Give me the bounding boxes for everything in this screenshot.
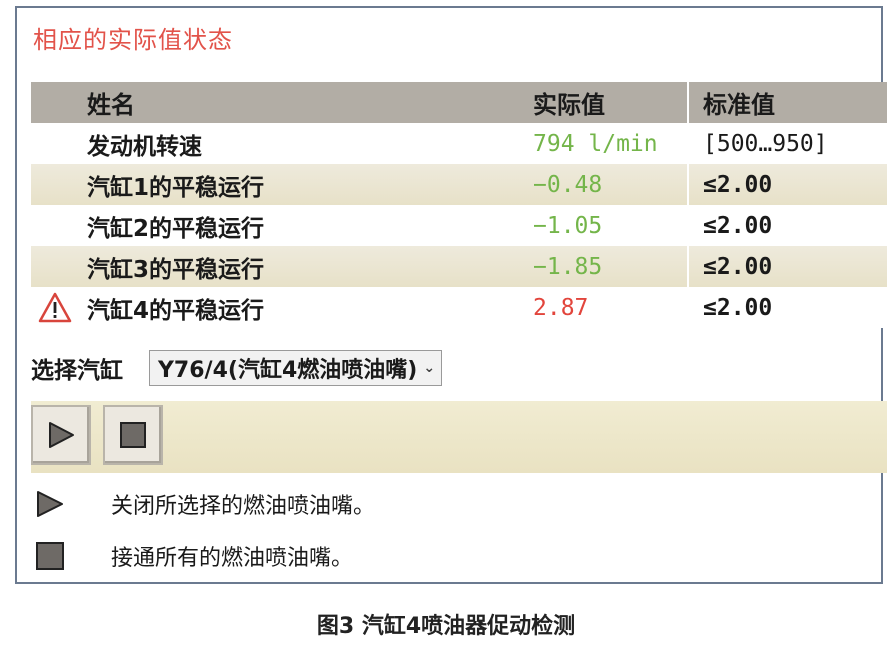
stop-icon xyxy=(35,541,71,571)
row-name: 汽缸3的平稳运行 xyxy=(87,256,265,283)
stop-button[interactable] xyxy=(103,405,163,465)
table-row: 汽缸1的平稳运行 −0.48 ≤2.00 xyxy=(31,164,887,205)
warning-icon xyxy=(31,287,79,328)
row-name: 汽缸2的平稳运行 xyxy=(87,215,265,242)
row-icon-cell xyxy=(31,164,79,205)
row-standard: ≤2.00 xyxy=(703,171,773,198)
play-button[interactable] xyxy=(31,405,91,465)
chevron-down-icon: ⌄ xyxy=(423,360,436,376)
cylinder-select-value: Y76/4(汽缸4燃油喷油嘴) xyxy=(158,358,418,383)
table-row: 汽缸4的平稳运行 2.87 ≤2.00 xyxy=(31,287,887,328)
panel-title: 相应的实际值状态 xyxy=(33,26,233,54)
table-row: 汽缸3的平稳运行 −1.85 ≤2.00 xyxy=(31,246,887,287)
legend-text-play: 关闭所选择的燃油喷油嘴。 xyxy=(111,494,376,519)
table-header: 姓名 实际值 标准值 xyxy=(31,82,887,123)
row-standard: ≤2.00 xyxy=(703,294,773,321)
legend-item-play: 关闭所选择的燃油喷油嘴。 xyxy=(35,488,375,520)
header-icon-cell xyxy=(31,82,79,123)
legend-item-stop: 接通所有的燃油喷油嘴。 xyxy=(35,540,353,572)
stop-icon xyxy=(120,422,146,448)
values-table: 姓名 实际值 标准值 发动机转速 794 l/min [500…950] 汽缸1… xyxy=(31,82,887,328)
header-actual: 实际值 xyxy=(521,82,689,123)
cylinder-selector-row: 选择汽缸 Y76/4(汽缸4燃油喷油嘴) ⌄ xyxy=(31,348,443,388)
table-row: 发动机转速 794 l/min [500…950] xyxy=(31,123,887,164)
header-name: 姓名 xyxy=(87,91,135,119)
row-icon-cell xyxy=(31,205,79,246)
cylinder-selector-label: 选择汽缸 xyxy=(31,358,123,384)
row-standard: ≤2.00 xyxy=(703,253,773,280)
row-standard: ≤2.00 xyxy=(703,212,773,239)
row-icon-cell xyxy=(31,246,79,287)
header-standard: 标准值 xyxy=(703,91,775,119)
play-icon xyxy=(35,489,71,519)
row-name: 汽缸1的平稳运行 xyxy=(87,174,265,201)
legend-text-stop: 接通所有的燃油喷油嘴。 xyxy=(111,546,354,571)
actual-values-panel: 相应的实际值状态 姓名 实际值 标准值 发动机转速 794 l/min [500… xyxy=(15,6,887,584)
row-name: 发动机转速 xyxy=(87,133,202,160)
row-actual: 2.87 xyxy=(521,287,689,328)
row-actual: −1.05 xyxy=(521,205,689,246)
table-row: 汽缸2的平稳运行 −1.05 ≤2.00 xyxy=(31,205,887,246)
play-icon xyxy=(49,422,74,448)
row-actual: 794 l/min xyxy=(521,123,689,164)
actuation-toolbar xyxy=(31,401,887,473)
row-actual: −1.85 xyxy=(521,246,689,287)
row-name: 汽缸4的平稳运行 xyxy=(87,297,265,324)
row-standard: [500…950] xyxy=(703,130,828,157)
figure-caption: 图3 汽缸4喷油器促动检测 xyxy=(316,614,576,639)
row-icon-cell xyxy=(31,123,79,164)
cylinder-select[interactable]: Y76/4(汽缸4燃油喷油嘴) ⌄ xyxy=(149,350,443,386)
row-actual: −0.48 xyxy=(521,164,689,205)
